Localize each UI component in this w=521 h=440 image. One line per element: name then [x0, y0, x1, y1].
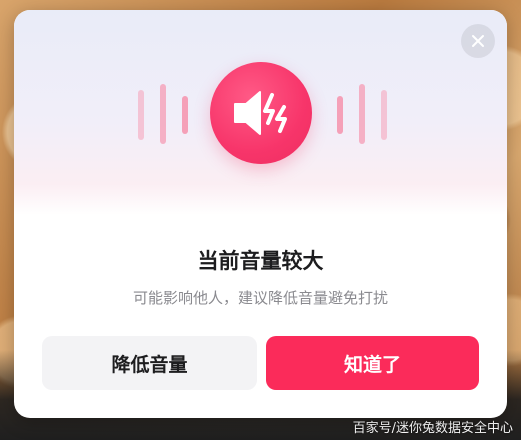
watermark: 百家号/迷你兔数据安全中心: [352, 421, 513, 436]
sound-wave-right-outer: [381, 90, 387, 140]
sound-wave-right-inner: [337, 96, 343, 134]
sound-wave-right-middle: [359, 84, 365, 144]
dialog-message: 可能影响他人，建议降低音量避免打扰: [132, 289, 388, 307]
sound-wave-left-middle: [160, 84, 166, 144]
speaker-loud-icon: [210, 62, 312, 164]
volume-warning-dialog: 当前音量较大 可能影响他人，建议降低音量避免打扰 降低音量 知道了: [14, 10, 507, 418]
sound-wave-left-outer: [138, 90, 144, 140]
lower-volume-button[interactable]: 降低音量: [42, 336, 257, 390]
dialog-title: 当前音量较大: [197, 249, 324, 273]
close-button[interactable]: [461, 24, 495, 58]
sound-wave-left-inner: [182, 96, 188, 134]
close-icon: [472, 35, 484, 47]
acknowledge-button[interactable]: 知道了: [266, 336, 479, 390]
